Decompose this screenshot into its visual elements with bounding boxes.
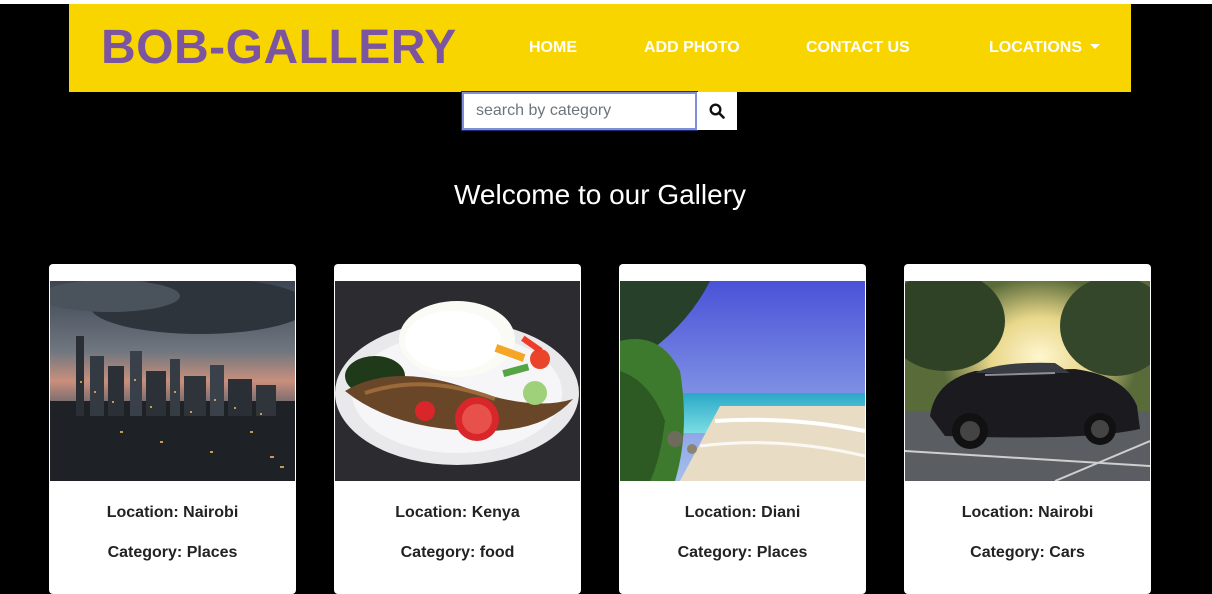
card-category: Category: Places xyxy=(107,544,238,561)
gallery-card[interactable]: Location: Kenya Category: food xyxy=(334,264,581,594)
page-heading: Welcome to our Gallery xyxy=(453,179,747,210)
nav-locations-label: LOCATIONS xyxy=(989,39,1083,56)
card-category: Category: Places xyxy=(677,544,808,561)
card-location: Location: Nairobi xyxy=(961,504,1094,521)
card-location: Location: Kenya xyxy=(395,504,520,521)
black-mustang-car-image[interactable] xyxy=(905,281,1150,481)
diani-beach-image[interactable] xyxy=(620,281,865,481)
gallery-card[interactable]: Location: Nairobi Category: Places xyxy=(49,264,296,594)
fish-rice-plate-image[interactable] xyxy=(335,281,580,481)
card-location: Location: Diani xyxy=(684,504,801,521)
card-category: Category: Cars xyxy=(970,544,1085,561)
card-location: Location: Nairobi xyxy=(106,504,239,521)
nav-home-link[interactable]: HOME xyxy=(529,38,577,58)
nav-locations-dropdown[interactable]: LOCATIONS xyxy=(989,38,1101,58)
card-category: Category: food xyxy=(400,544,515,561)
search-input[interactable] xyxy=(461,91,698,131)
search-icon xyxy=(709,103,725,119)
nairobi-city-skyline-image[interactable] xyxy=(50,281,295,481)
search-button[interactable] xyxy=(697,92,737,130)
nav-contact-us-link[interactable]: CONTACT US xyxy=(806,38,910,58)
brand-logo[interactable]: BOB-GALLERY xyxy=(101,22,457,74)
nav-add-photo-link[interactable]: ADD PHOTO xyxy=(644,38,740,58)
gallery-card[interactable]: Location: Diani Category: Places xyxy=(619,264,866,594)
gallery-card[interactable]: Location: Nairobi Category: Cars xyxy=(904,264,1151,594)
caret-down-icon xyxy=(1090,44,1101,49)
navbar: BOB-GALLERY HOME ADD PHOTO CONTACT US LO… xyxy=(69,4,1131,92)
